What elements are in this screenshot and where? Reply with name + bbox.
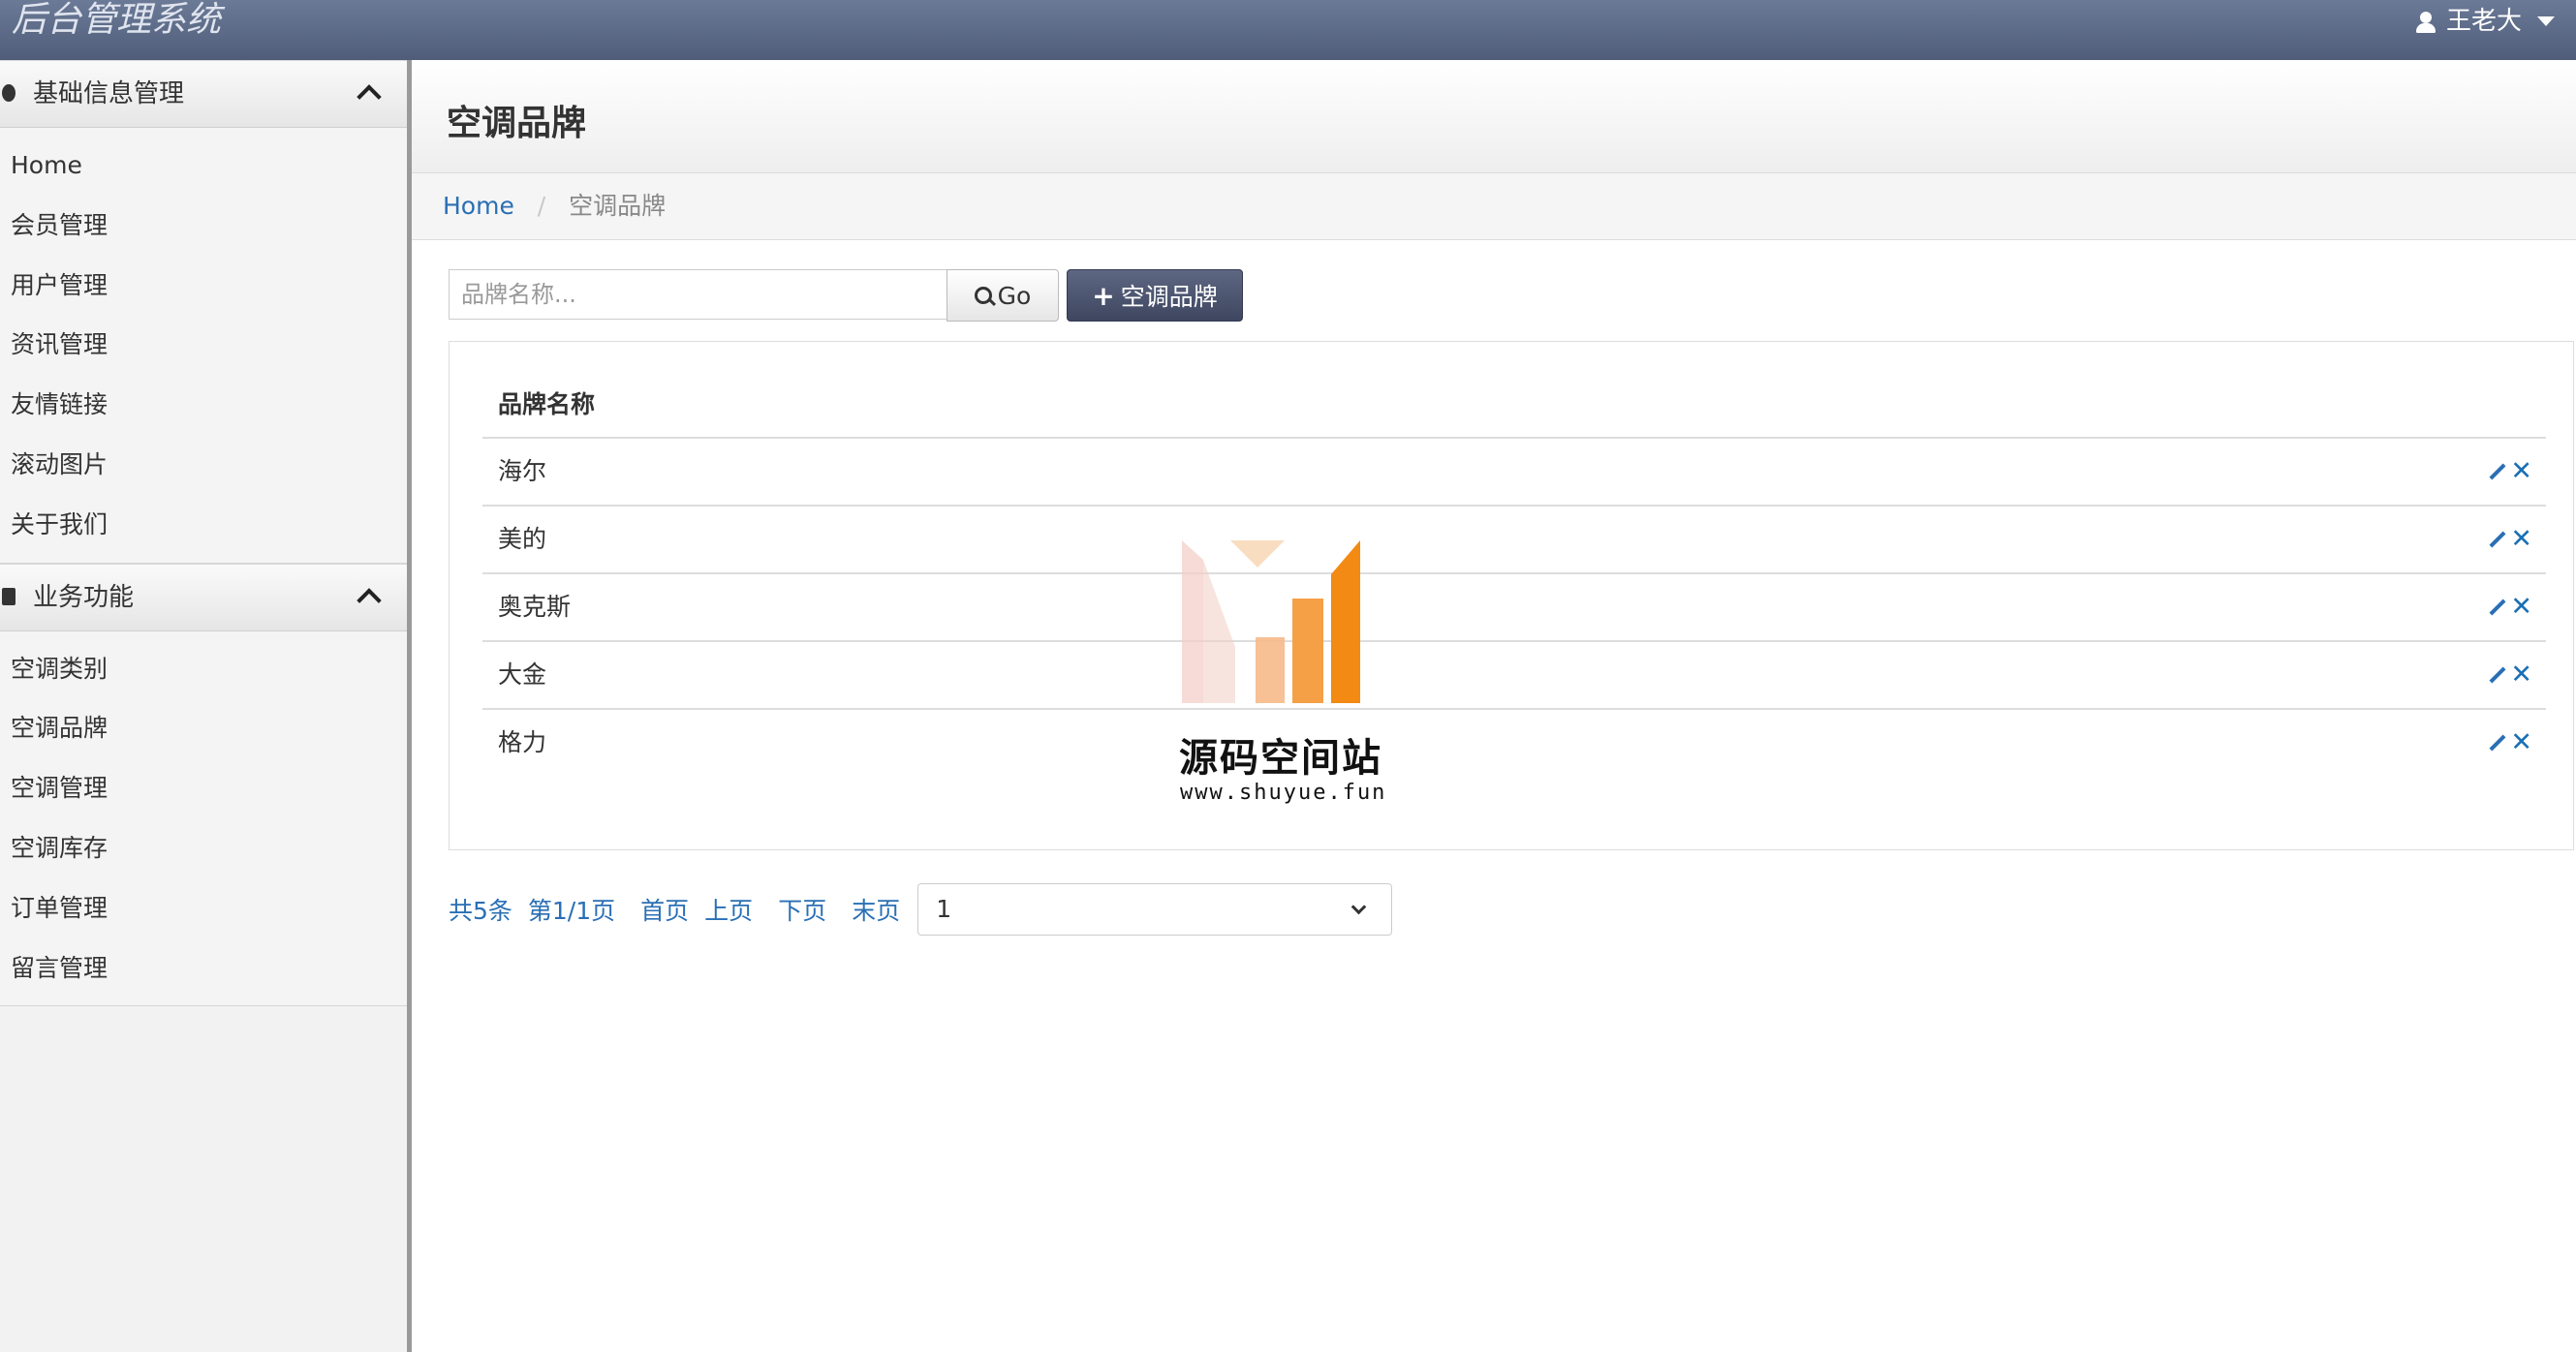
search-icon <box>974 287 992 304</box>
breadcrumb-current: 空调品牌 <box>569 192 667 220</box>
brand-name-cell: 大金 <box>498 661 547 689</box>
delete-x-icon[interactable]: ✕ <box>2510 642 2532 708</box>
watermark-chart-icon <box>1182 540 1360 703</box>
go-button-label: Go <box>997 281 1032 310</box>
delete-x-icon[interactable]: ✕ <box>2510 710 2532 776</box>
page-header: 空调品牌 <box>412 60 2576 173</box>
sidebar-item-about[interactable]: 关于我们 <box>0 495 407 555</box>
delete-x-icon[interactable]: ✕ <box>2510 507 2532 572</box>
edit-pencil-icon[interactable] <box>2489 463 2506 480</box>
sidebar-item-ac-stock[interactable]: 空调库存 <box>0 818 407 878</box>
user-menu[interactable]: 王老大 <box>2415 2 2555 41</box>
brand-table-panel: 品牌名称 海尔 ✕ 美的 ✕ 奥克斯 ✕ 大金 ✕ 格力 ✕ <box>449 341 2574 850</box>
row-actions: ✕ <box>2489 710 2532 776</box>
sidebar-item-carousel[interactable]: 滚动图片 <box>0 435 407 495</box>
sidebar-item-news[interactable]: 资讯管理 <box>0 315 407 375</box>
delete-x-icon[interactable]: ✕ <box>2510 574 2532 640</box>
brand-search-input[interactable]: 品牌名称... <box>449 269 947 320</box>
chevron-up-icon[interactable] <box>357 84 382 109</box>
brand-name-cell: 格力 <box>498 728 547 756</box>
search-toolbar: 品牌名称... Go + 空调品牌 <box>449 269 1243 323</box>
sidebar-group-basic[interactable]: 基础信息管理 <box>0 60 407 128</box>
table-row: 美的 ✕ <box>482 507 2546 574</box>
row-actions: ✕ <box>2489 574 2532 640</box>
sidebar-list-basic: Home 会员管理 用户管理 资讯管理 友情链接 滚动图片 关于我们 <box>0 128 407 564</box>
user-icon <box>2415 9 2436 34</box>
chevron-up-icon[interactable] <box>357 587 382 613</box>
pagination: 共5条 第1/1页 首页 上页 下页 末页 1 <box>449 883 1393 936</box>
sidebar-item-users[interactable]: 用户管理 <box>0 256 407 316</box>
user-name: 王老大 <box>2445 7 2522 36</box>
chevron-down-icon <box>1350 899 1367 915</box>
dashboard-icon <box>2 84 16 102</box>
caret-down-icon <box>2537 16 2555 26</box>
table-row: 奥克斯 ✕ <box>482 574 2546 642</box>
edit-pencil-icon[interactable] <box>2489 734 2506 752</box>
pager-total: 共5条 <box>449 897 512 925</box>
pager-page-info: 第1/1页 <box>527 897 616 925</box>
sidebar-item-members[interactable]: 会员管理 <box>0 196 407 256</box>
row-actions: ✕ <box>2489 439 2532 505</box>
plus-icon: + <box>1092 279 1115 312</box>
sidebar: 基础信息管理 Home 会员管理 用户管理 资讯管理 友情链接 滚动图片 关于我… <box>0 60 412 1352</box>
column-header-brand-name: 品牌名称 <box>482 373 2546 439</box>
sidebar-item-orders[interactable]: 订单管理 <box>0 878 407 938</box>
breadcrumb-separator: / <box>537 192 546 220</box>
breadcrumb-home-link[interactable]: Home <box>443 192 514 220</box>
breadcrumb: Home / 空调品牌 <box>412 173 2576 240</box>
sidebar-list-business: 空调类别 空调品牌 空调管理 空调库存 订单管理 留言管理 <box>0 630 407 1007</box>
page-select[interactable]: 1 <box>917 883 1393 936</box>
watermark-url: www.shuyue.fun <box>1180 781 1387 805</box>
row-actions: ✕ <box>2489 507 2532 572</box>
edit-pencil-icon[interactable] <box>2489 599 2506 616</box>
pager-prev-link[interactable]: 上页 <box>704 892 753 927</box>
brand-name-cell: 海尔 <box>498 457 547 485</box>
pager-first-link[interactable]: 首页 <box>640 892 689 927</box>
pager-last-link[interactable]: 末页 <box>852 892 900 927</box>
page-select-value: 1 <box>936 895 952 923</box>
briefcase-icon <box>2 587 16 605</box>
sidebar-item-ac-category[interactable]: 空调类别 <box>0 639 407 699</box>
table-row: 格力 ✕ <box>482 710 2546 776</box>
sidebar-item-home[interactable]: Home <box>0 136 407 196</box>
edit-pencil-icon[interactable] <box>2489 666 2506 684</box>
add-brand-button[interactable]: + 空调品牌 <box>1067 269 1243 322</box>
watermark-title: 源码空间站 <box>1179 736 1382 781</box>
page-title: 空调品牌 <box>447 104 587 143</box>
app-brand[interactable]: 后台管理系统 <box>12 0 221 41</box>
sidebar-group-label: 基础信息管理 <box>33 79 185 108</box>
sidebar-group-business[interactable]: 业务功能 <box>0 563 407 631</box>
table-row: 海尔 ✕ <box>482 439 2546 507</box>
top-navbar: 后台管理系统 王老大 <box>0 0 2576 60</box>
sidebar-item-ac-manage[interactable]: 空调管理 <box>0 758 407 818</box>
brand-table: 品牌名称 海尔 ✕ 美的 ✕ 奥克斯 ✕ 大金 ✕ 格力 ✕ <box>482 373 2546 776</box>
main-content: 空调品牌 Home / 空调品牌 品牌名称... Go + 空调品牌 品牌名称 … <box>412 60 2576 1352</box>
sidebar-group-label: 业务功能 <box>33 582 135 612</box>
pager-next-link[interactable]: 下页 <box>778 892 826 927</box>
edit-pencil-icon[interactable] <box>2489 531 2506 548</box>
watermark-logo: 源码空间站 www.shuyue.fun <box>1163 531 1414 821</box>
go-button[interactable]: Go <box>947 269 1059 322</box>
brand-name-cell: 奥克斯 <box>498 593 572 621</box>
table-row: 大金 ✕ <box>482 642 2546 710</box>
row-actions: ✕ <box>2489 642 2532 708</box>
sidebar-item-links[interactable]: 友情链接 <box>0 375 407 435</box>
delete-x-icon[interactable]: ✕ <box>2510 439 2532 505</box>
brand-name-cell: 美的 <box>498 525 547 553</box>
sidebar-item-ac-brand[interactable]: 空调品牌 <box>0 698 407 758</box>
add-brand-label: 空调品牌 <box>1120 283 1218 311</box>
sidebar-item-messages[interactable]: 留言管理 <box>0 938 407 999</box>
